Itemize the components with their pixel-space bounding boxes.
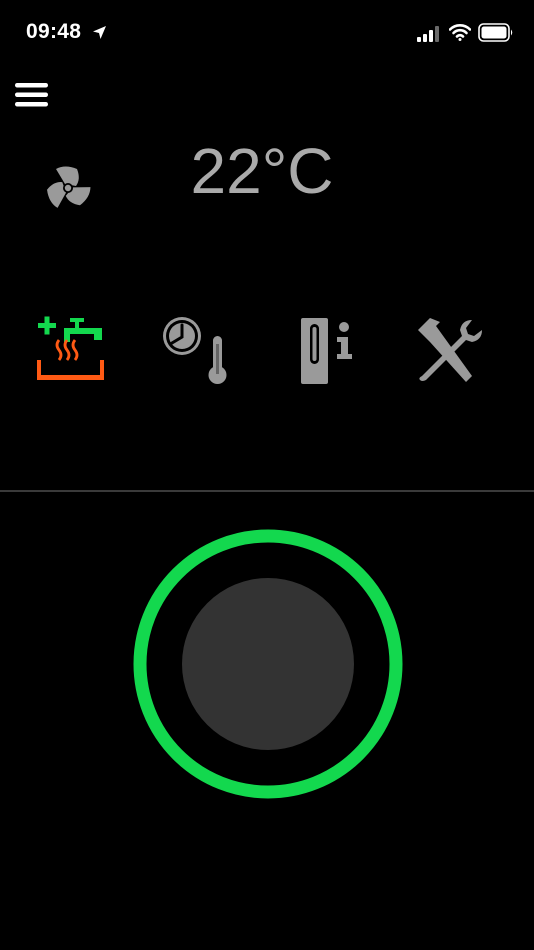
hot-water-tap-icon[interactable] [30, 312, 110, 392]
hamburger-menu-icon[interactable] [14, 80, 50, 110]
status-time: 09:48 [26, 20, 82, 43]
hammer-wrench-icon[interactable] [410, 312, 490, 392]
clock-thermometer-icon[interactable] [158, 312, 238, 392]
power-ring-icon[interactable] [132, 528, 404, 800]
device-info-icon[interactable] [288, 312, 368, 392]
wifi-icon [449, 24, 471, 41]
location-arrow-icon [93, 26, 106, 39]
status-bar: 09:48 [0, 0, 534, 64]
temperature-display: 22°C [190, 135, 334, 207]
battery-icon [478, 23, 513, 42]
section-divider [0, 490, 534, 492]
cellular-signal-icon [417, 26, 439, 42]
fan-icon[interactable] [36, 158, 100, 218]
